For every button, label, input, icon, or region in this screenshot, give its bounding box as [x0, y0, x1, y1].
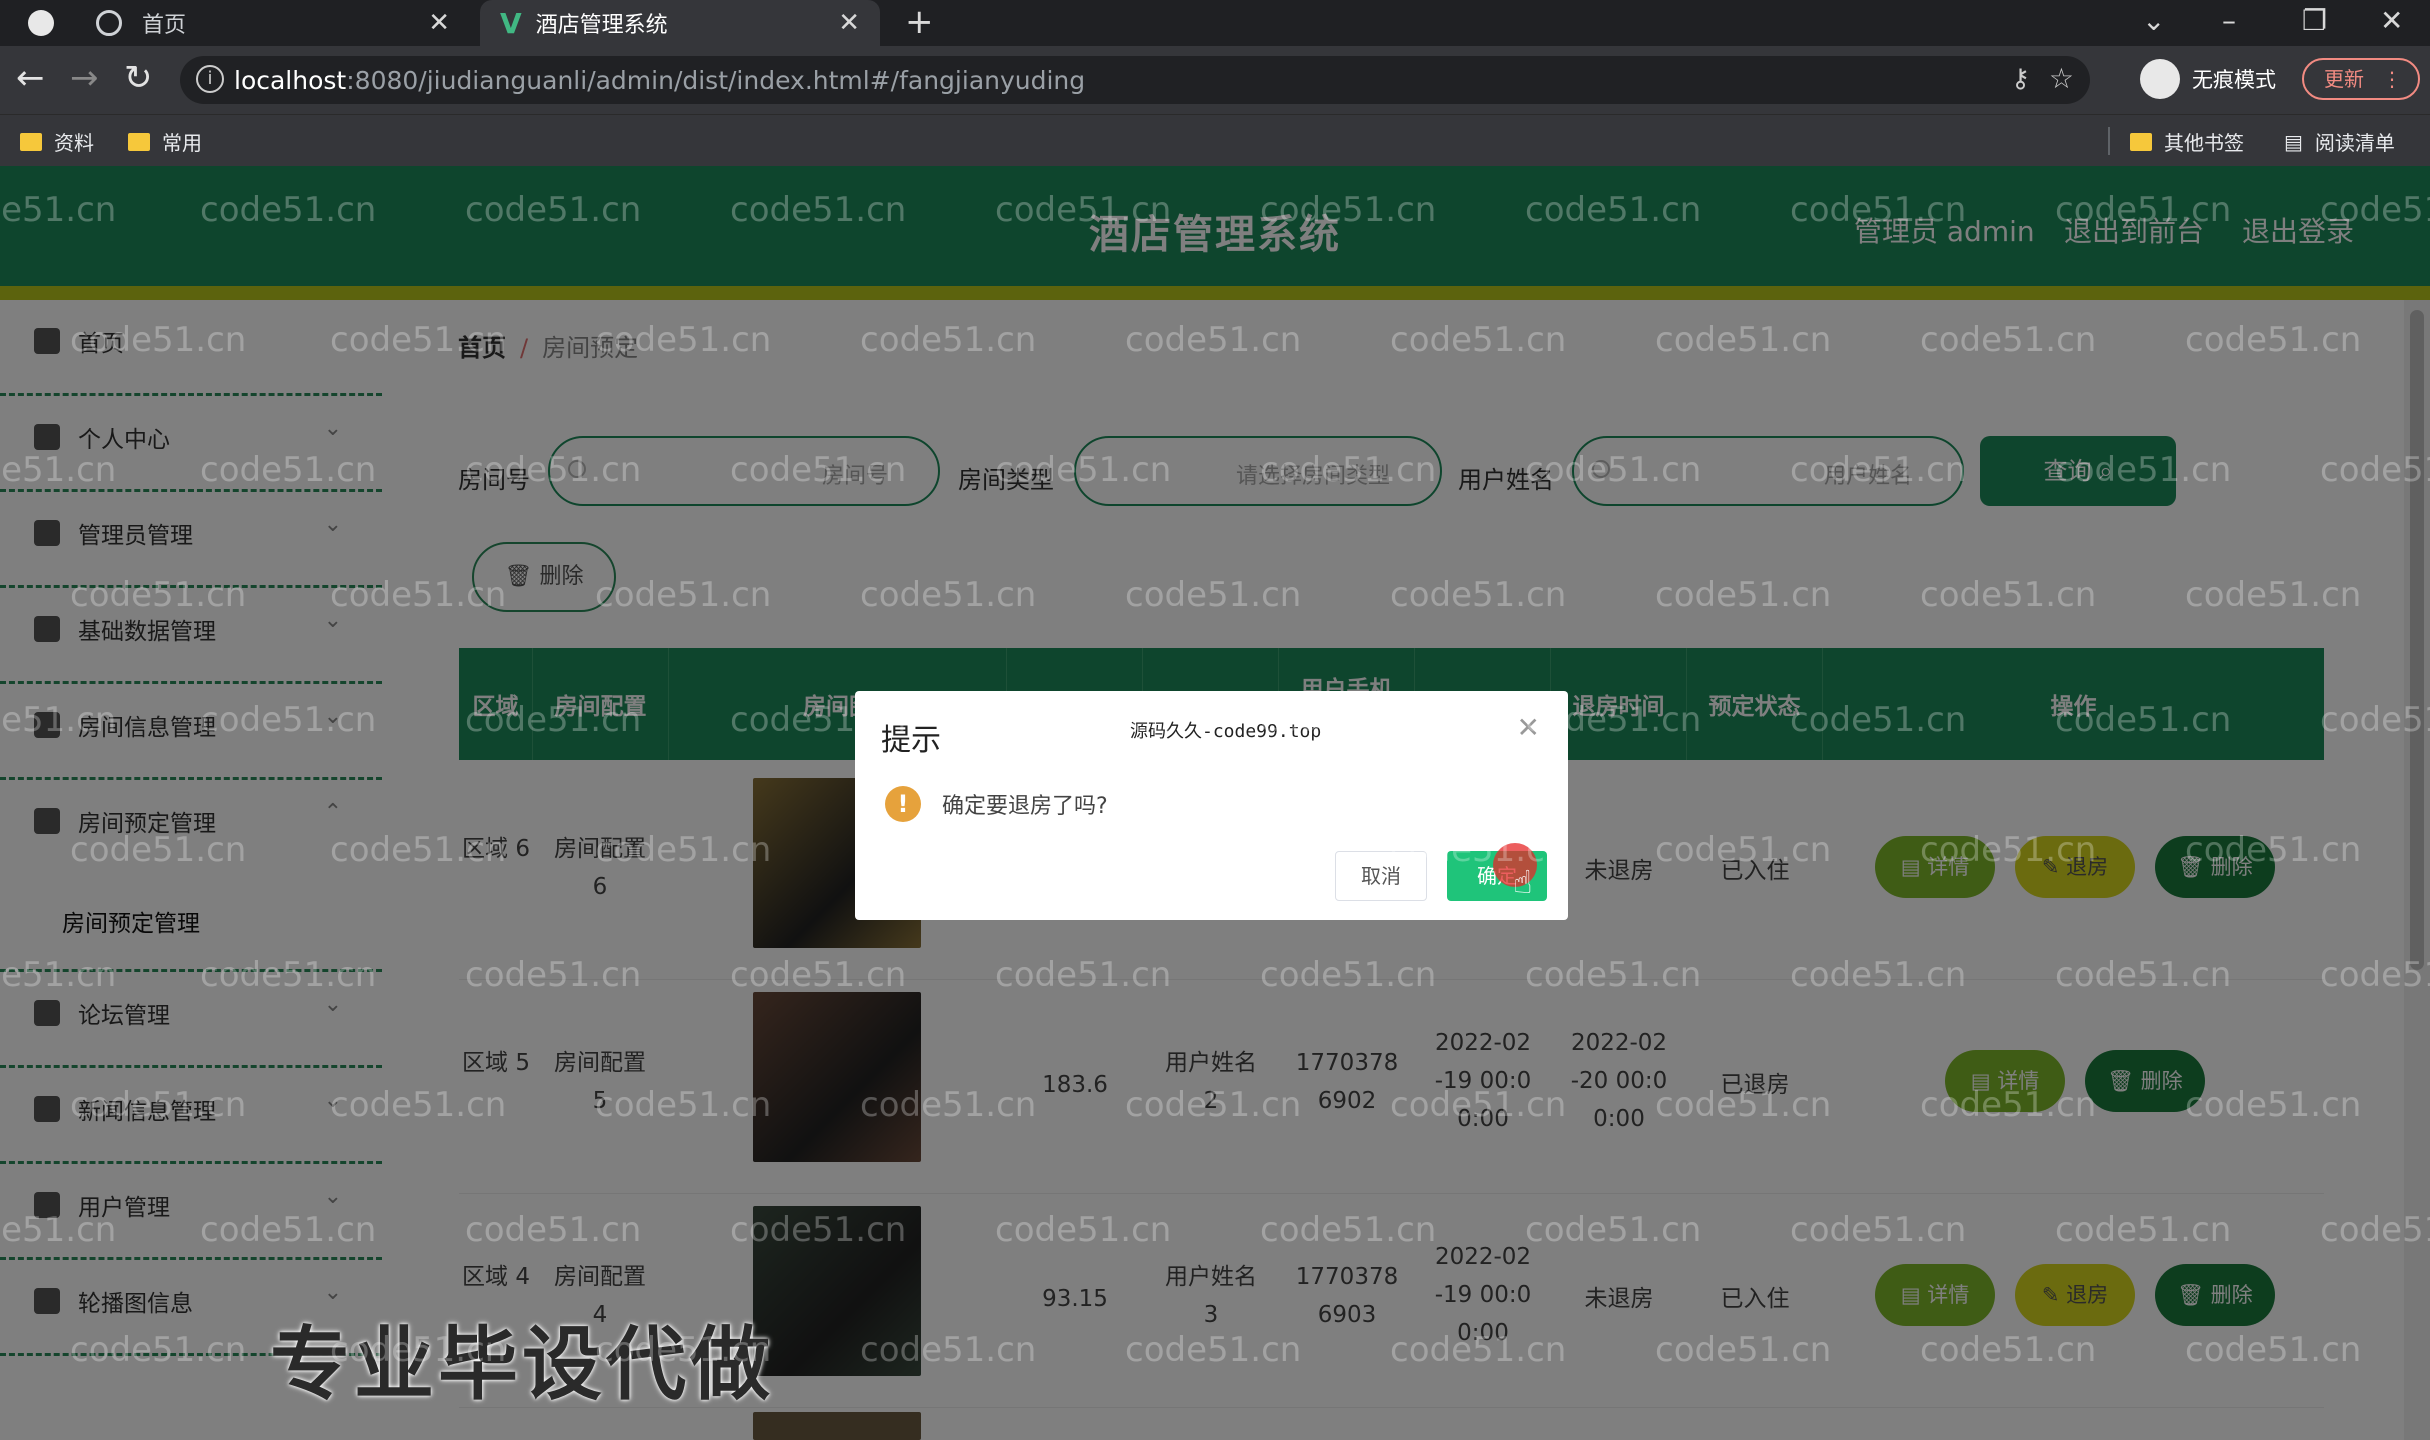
bookmarks-bar: 资料 常用 其他书签 ▤ 阅读清单 — [0, 114, 2430, 166]
browser-logo-icon — [28, 10, 54, 36]
update-button[interactable]: 更新 ⋮ — [2302, 58, 2420, 100]
bookmark-folder-data[interactable]: 资料 — [20, 127, 94, 156]
cancel-button[interactable]: 取消 — [1335, 851, 1427, 901]
bookmark-folder-other[interactable]: 其他书签 — [2130, 127, 2244, 156]
incognito-icon — [2140, 59, 2180, 99]
browser-tab-bar: 首页 ✕ V 酒店管理系统 ✕ + ⌄ – ❐ ✕ — [0, 0, 2430, 46]
browser-tab-hotel[interactable]: V 酒店管理系统 ✕ — [480, 0, 880, 46]
dialog-title: 提示 — [881, 723, 941, 758]
dialog-source-watermark: 源码久久-code99.top — [1130, 721, 1322, 742]
key-icon[interactable]: ⚷ — [2011, 64, 2030, 94]
globe-icon — [96, 10, 122, 36]
bookmark-folder-common[interactable]: 常用 — [128, 127, 202, 156]
reading-list[interactable]: ▤ 阅读清单 — [2284, 127, 2395, 156]
browser-tab-home[interactable]: 首页 ✕ — [30, 0, 470, 46]
reading-list-icon: ▤ — [2284, 129, 2303, 154]
folder-icon — [128, 132, 150, 151]
close-icon[interactable]: ✕ — [1517, 711, 1540, 744]
address-bar-row: ← → ↻ i localhost:8080/jiudianguanli/adm… — [0, 46, 2430, 114]
url-field[interactable]: i localhost:8080/jiudianguanli/admin/dis… — [180, 56, 2090, 104]
reload-icon[interactable]: ↻ — [124, 58, 153, 98]
close-tab-icon[interactable]: ✕ — [428, 8, 450, 38]
restore-icon[interactable]: ❐ — [2302, 4, 2327, 37]
close-tab-icon[interactable]: ✕ — [838, 8, 860, 38]
confirm-dialog: 提示 源码久久-code99.top ✕ ! 确定要退房了吗? 取消 确定 ☝ — [855, 691, 1568, 920]
incognito-indicator[interactable]: 无痕模式 — [2140, 56, 2276, 102]
dialog-message: 确定要退房了吗? — [942, 794, 1108, 819]
back-icon[interactable]: ← — [16, 58, 45, 98]
folder-icon — [20, 132, 42, 151]
hand-cursor-icon: ☝ — [1513, 863, 1533, 901]
tab-title: 首页 — [142, 13, 187, 38]
tab-search-icon[interactable]: ⌄ — [2142, 4, 2165, 37]
promo-overlay-text: 专业毕设代做 — [270, 1318, 774, 1411]
close-window-icon[interactable]: ✕ — [2380, 4, 2403, 37]
tab-title: 酒店管理系统 — [535, 13, 668, 38]
warning-icon: ! — [885, 786, 921, 822]
site-info-icon[interactable]: i — [196, 65, 224, 93]
minimize-icon[interactable]: – — [2222, 4, 2236, 37]
vue-logo-icon: V — [500, 6, 522, 40]
incognito-label: 无痕模式 — [2192, 68, 2276, 92]
forward-icon[interactable]: → — [70, 58, 99, 98]
folder-icon — [2130, 132, 2152, 151]
bookmark-star-icon[interactable]: ☆ — [2049, 62, 2074, 95]
url-text[interactable]: localhost:8080/jiudianguanli/admin/dist/… — [234, 66, 1085, 95]
new-tab-icon[interactable]: + — [905, 2, 934, 42]
bookmarks-divider — [2108, 127, 2110, 155]
